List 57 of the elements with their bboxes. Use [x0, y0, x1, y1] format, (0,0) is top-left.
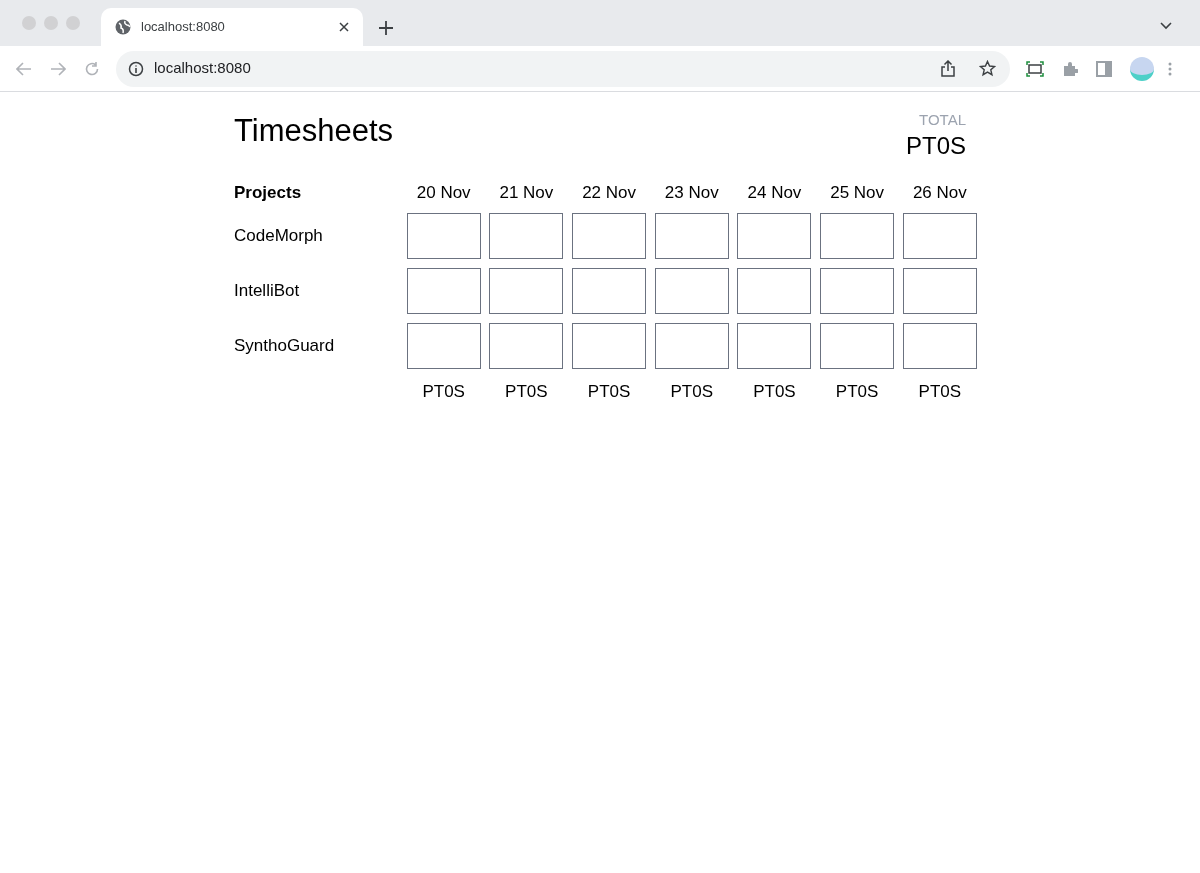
time-input[interactable] [654, 323, 729, 369]
time-input[interactable] [654, 213, 729, 259]
star-icon[interactable] [979, 60, 996, 77]
project-name: CodeMorph [234, 225, 323, 248]
time-input[interactable] [489, 323, 564, 369]
total-value: PT0S [905, 131, 966, 161]
day-total: PT0S [587, 381, 631, 403]
time-input[interactable] [572, 213, 647, 259]
time-input[interactable] [902, 268, 977, 314]
puzzle-piece-icon[interactable] [1062, 60, 1078, 77]
page-title: Timesheets [234, 112, 394, 150]
time-input[interactable] [820, 213, 895, 259]
time-input[interactable] [406, 213, 481, 259]
date-heading: 24 Nov [747, 182, 802, 204]
date-heading: 23 Nov [664, 182, 719, 204]
time-input[interactable] [654, 268, 729, 314]
date-heading: 21 Nov [499, 182, 554, 204]
address-bar[interactable]: localhost:8080 [116, 50, 1010, 87]
time-input[interactable] [737, 323, 812, 369]
time-input[interactable] [902, 213, 977, 259]
time-input[interactable] [737, 268, 812, 314]
time-input[interactable] [406, 268, 481, 314]
globe-icon [115, 19, 131, 35]
time-input[interactable] [737, 213, 812, 259]
screen-capture-icon[interactable] [1026, 60, 1044, 77]
time-input[interactable] [489, 268, 564, 314]
day-total: PT0S [422, 381, 465, 403]
date-heading: 25 Nov [830, 182, 885, 204]
time-input[interactable] [902, 323, 977, 369]
url-text: localhost:8080 [154, 58, 252, 79]
close-icon[interactable] [339, 22, 349, 32]
time-input[interactable] [489, 213, 564, 259]
share-icon[interactable] [941, 60, 955, 77]
day-total: PT0S [753, 381, 796, 403]
date-heading: 20 Nov [416, 182, 471, 204]
time-input[interactable] [820, 323, 895, 369]
project-name: IntelliBot [234, 280, 300, 303]
date-heading: 26 Nov [912, 182, 967, 204]
date-heading: 22 Nov [582, 182, 636, 204]
new-tab-icon[interactable] [379, 21, 393, 35]
day-total: PT0S [505, 381, 548, 403]
day-total: PT0S [835, 381, 879, 403]
day-total: PT0S [670, 381, 713, 403]
side-panel-icon[interactable] [1096, 60, 1112, 77]
project-name: SynthoGuard [234, 335, 335, 358]
day-total: PT0S [918, 381, 962, 403]
total-label: TOTAL [919, 110, 966, 130]
chevron-down-icon[interactable] [1160, 22, 1172, 30]
time-input[interactable] [820, 268, 895, 314]
time-input[interactable] [572, 323, 647, 369]
time-input[interactable] [572, 268, 647, 314]
time-input[interactable] [406, 323, 481, 369]
column-heading: Projects [234, 182, 302, 204]
tab-title: localhost:8080 [141, 18, 226, 37]
more-vertical-icon[interactable] [1168, 61, 1172, 76]
browser-tab[interactable]: localhost:8080 [101, 8, 363, 46]
info-icon[interactable] [128, 60, 144, 77]
